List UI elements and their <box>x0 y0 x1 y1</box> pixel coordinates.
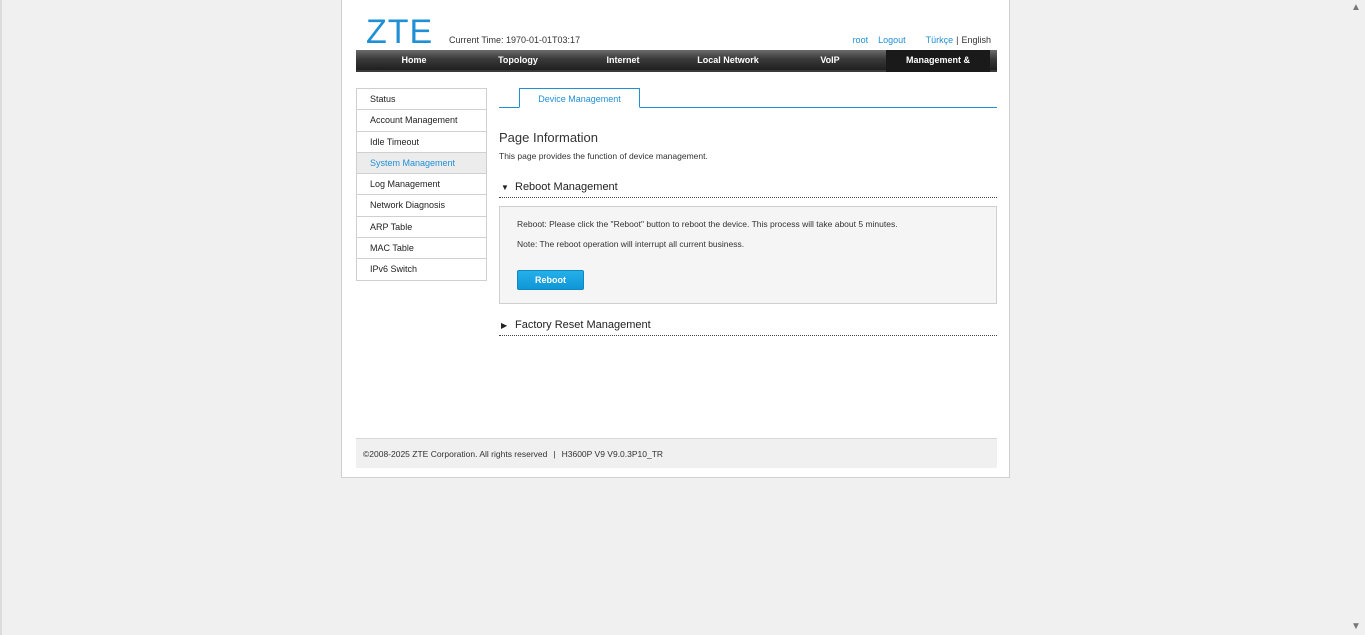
reboot-instructions: Reboot: Please click the "Reboot" button… <box>517 219 898 229</box>
reboot-management-header[interactable]: ▼ Reboot Management <box>499 178 997 198</box>
copyright-text: ©2008-2025 ZTE Corporation. All rights r… <box>363 449 548 459</box>
triangle-right-icon: ▶ <box>501 321 508 330</box>
reboot-panel: Reboot: Please click the "Reboot" button… <box>499 206 997 304</box>
nav-local-network[interactable]: Local Network <box>682 50 774 72</box>
sidebar-item-idle-timeout[interactable]: Idle Timeout <box>357 131 486 153</box>
logout-link[interactable]: Logout <box>878 35 906 45</box>
sidebar-item-log-management[interactable]: Log Management <box>357 174 486 196</box>
footer-separator: | <box>553 449 556 459</box>
page-title: Page Information <box>499 130 599 145</box>
sidebar-item-mac-table[interactable]: MAC Table <box>357 238 486 260</box>
top-links: root Logout Türkçe | English <box>853 35 991 45</box>
lang-english-link[interactable]: English <box>961 35 991 45</box>
nav-internet[interactable]: Internet <box>564 50 682 72</box>
triangle-down-icon: ▼ <box>501 183 509 192</box>
tab-device-management[interactable]: Device Management <box>519 88 640 108</box>
firmware-version: H3600P V9 V9.0.3P10_TR <box>561 449 664 459</box>
current-time: Current Time: 1970-01-01T03:17 <box>449 35 581 45</box>
reboot-button[interactable]: Reboot <box>517 270 584 290</box>
page-edge <box>0 0 2 635</box>
nav-home[interactable]: Home <box>356 50 472 72</box>
user-link[interactable]: root <box>853 35 869 45</box>
footer: ©2008-2025 ZTE Corporation. All rights r… <box>356 438 997 468</box>
scroll-up-arrow-icon[interactable]: ▲ <box>1347 0 1365 16</box>
router-page: ZTE Current Time: 1970-01-01T03:17 root L… <box>341 0 1010 478</box>
sidebar-item-account-management[interactable]: Account Management <box>357 110 486 132</box>
scroll-down-arrow-icon[interactable]: ▼ <box>1347 619 1365 635</box>
sidebar-item-ipv6-switch[interactable]: IPv6 Switch <box>357 259 486 281</box>
lang-turkish-link[interactable]: Türkçe <box>926 35 954 45</box>
lang-separator: | <box>956 35 959 45</box>
nav-management-diagnosis[interactable]: Management & Diagnosis <box>886 50 990 86</box>
page-description: This page provides the function of devic… <box>499 151 708 161</box>
vertical-scrollbar[interactable]: ▲ ▼ <box>1347 0 1365 635</box>
factory-reset-header[interactable]: ▶ Factory Reset Management <box>499 316 997 336</box>
zte-logo: ZTE <box>366 13 434 51</box>
nav-topology[interactable]: Topology <box>472 50 564 72</box>
nav-voip[interactable]: VoIP <box>774 50 886 72</box>
sidebar-item-system-management[interactable]: System Management <box>357 152 486 175</box>
sidebar-item-status[interactable]: Status <box>357 89 486 111</box>
factory-reset-title: Factory Reset Management <box>515 319 651 331</box>
reboot-note: Note: The reboot operation will interrup… <box>517 239 745 249</box>
main-nav: Home Topology Internet Local Network VoI… <box>356 50 997 86</box>
sidebar-item-arp-table[interactable]: ARP Table <box>357 216 486 239</box>
reboot-management-title: Reboot Management <box>515 181 618 193</box>
sidebar: Status Account Management Idle Timeout S… <box>356 88 487 281</box>
sidebar-item-network-diagnosis[interactable]: Network Diagnosis <box>357 195 486 217</box>
